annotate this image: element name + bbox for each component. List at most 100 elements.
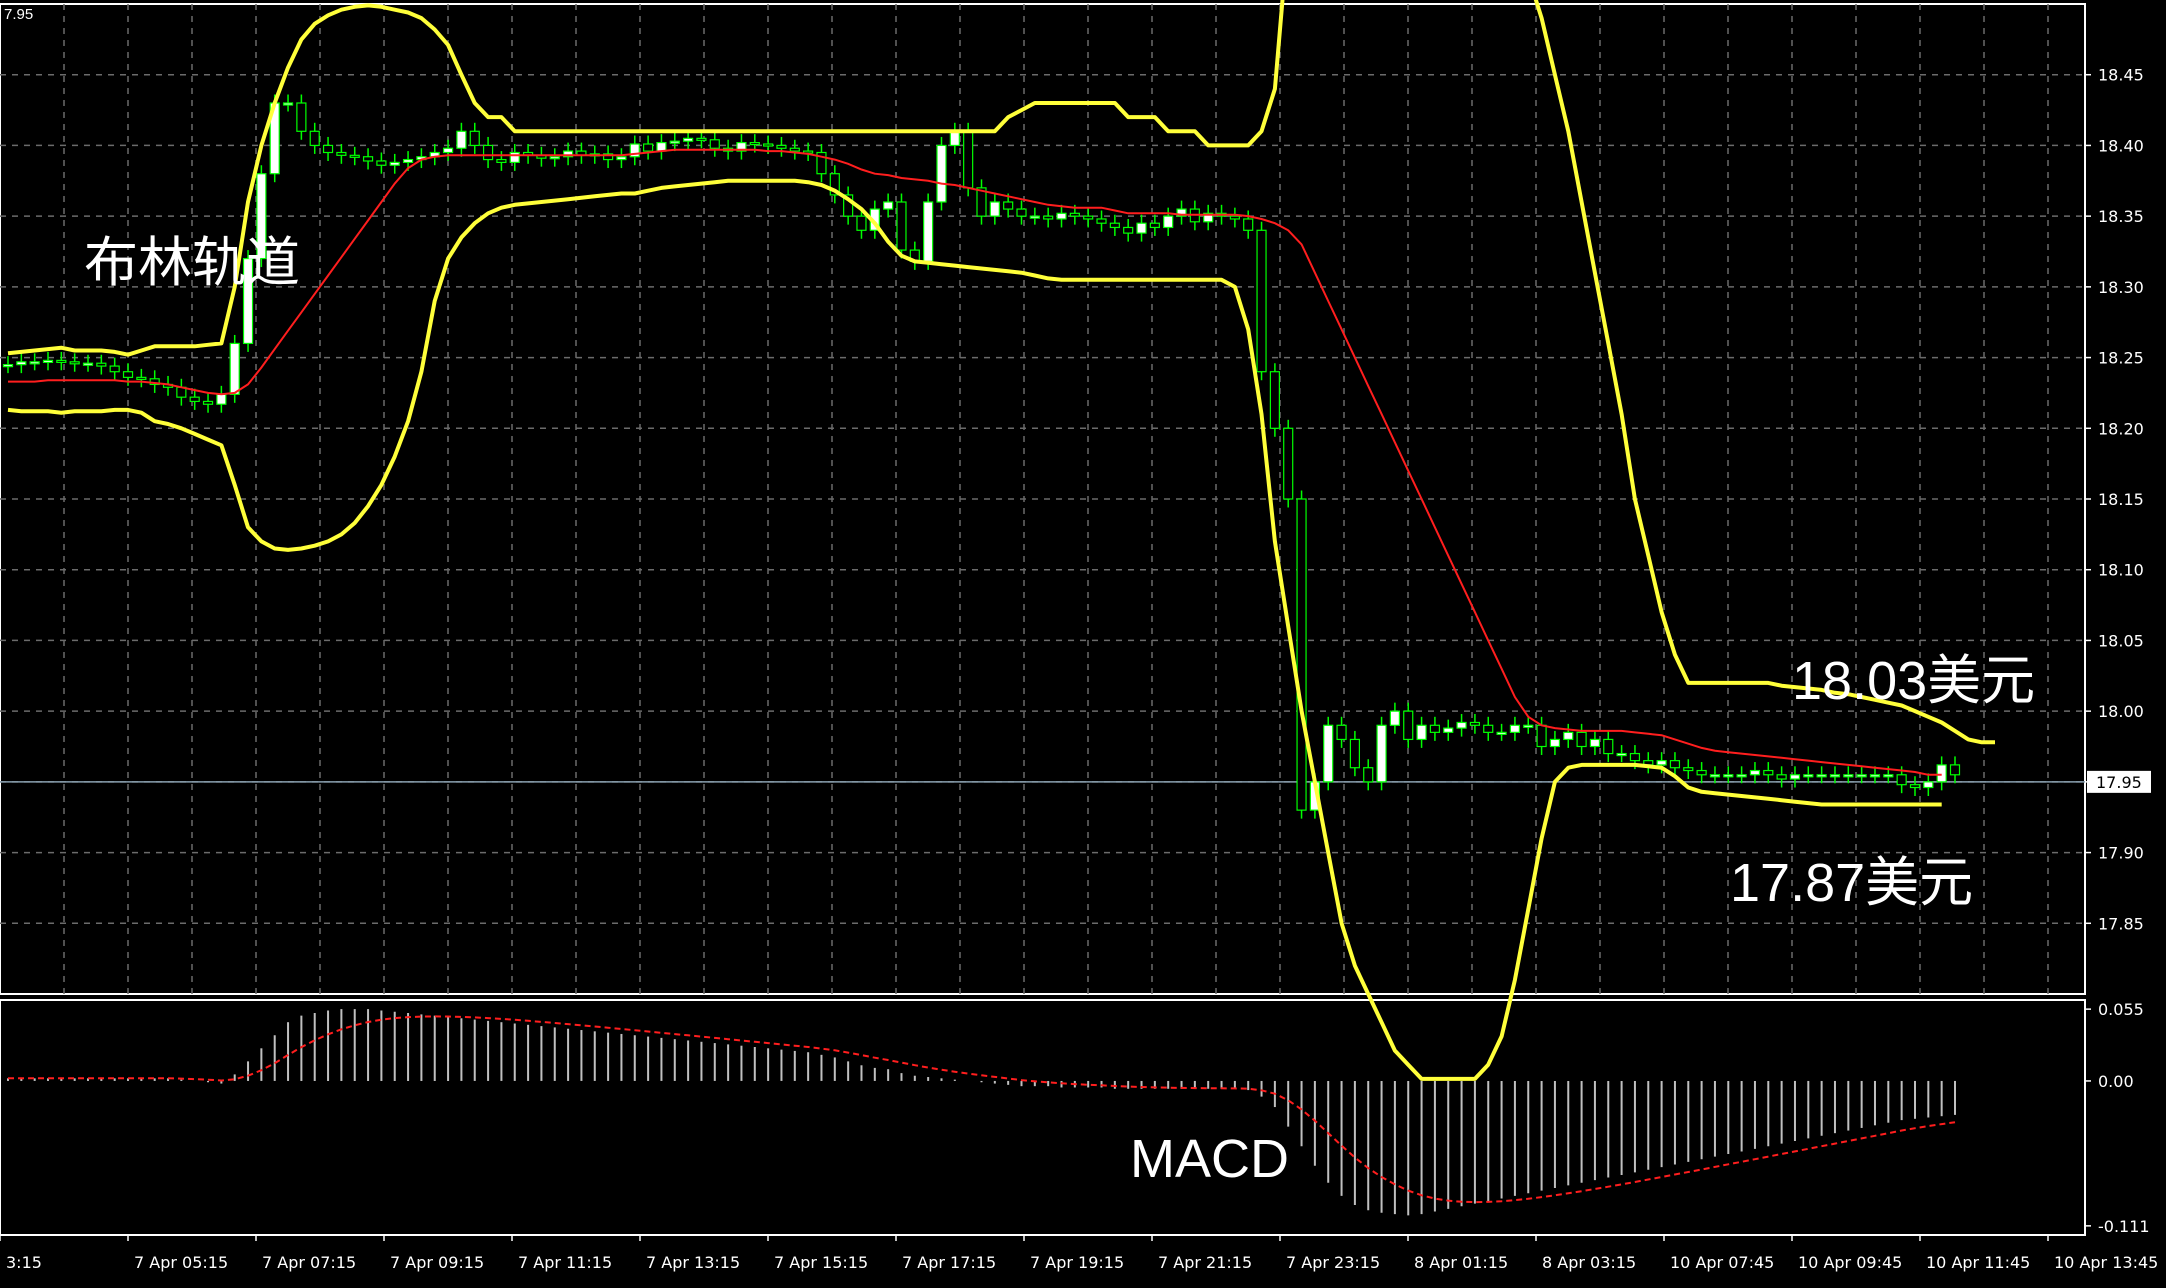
candle-body: [936, 144, 947, 203]
time-tick-label: 7 Apr 07:15: [262, 1253, 356, 1272]
time-tick-label: 8 Apr 01:15: [1414, 1253, 1508, 1272]
candle-body: [1403, 710, 1414, 741]
candle-body: [763, 143, 774, 147]
candle-body: [1816, 774, 1827, 778]
candle-body: [1536, 724, 1547, 748]
candle-body: [1949, 764, 1961, 776]
price-tick-label: 18.20: [2098, 419, 2144, 438]
candle-body: [1056, 212, 1067, 220]
candle-body: [1523, 724, 1534, 728]
lower-price-label: 17.87美元: [1730, 853, 1974, 913]
candle-body: [336, 151, 347, 156]
candle-body: [883, 201, 894, 210]
candle-body: [1376, 724, 1387, 783]
candle-body: [189, 396, 200, 403]
candle-body: [29, 361, 40, 365]
time-tick-label: 7 Apr 13:15: [646, 1253, 740, 1272]
candle-body: [362, 156, 374, 162]
candle-body: [896, 201, 907, 251]
price-tick-label: 18.30: [2098, 278, 2144, 297]
price-tick-label: 18.45: [2098, 66, 2144, 85]
candle-body: [1563, 731, 1574, 741]
candle-body: [496, 158, 507, 163]
candle-body: [1136, 222, 1147, 234]
candle-body: [1763, 769, 1774, 776]
macd-tick-label: -0.111: [2098, 1217, 2150, 1236]
candle-body: [1096, 218, 1107, 224]
candle-body: [1776, 774, 1787, 780]
candle-body: [669, 140, 680, 144]
price-tick-label: 18.15: [2098, 490, 2144, 509]
price-tick-label: 18.00: [2098, 702, 2144, 721]
candle-body: [1576, 731, 1587, 748]
price-tick-label: 18.25: [2098, 349, 2144, 368]
candle-body: [1843, 774, 1854, 778]
candle-body: [402, 158, 414, 163]
time-tick-label: 7 Apr 21:15: [1158, 1253, 1252, 1272]
candle-body: [1589, 738, 1601, 748]
candle-body: [1629, 752, 1641, 762]
candle-body: [1829, 774, 1841, 778]
candle-body: [1616, 752, 1627, 757]
candle-body: [1389, 710, 1400, 726]
bollinger-label: 布林轨道: [84, 233, 300, 293]
candle-body: [949, 130, 960, 147]
candle-body: [1443, 727, 1454, 733]
candle-body: [749, 142, 760, 146]
candle-body: [69, 361, 80, 365]
price-tick-label: 17.85: [2098, 914, 2144, 933]
price-tick-label: 17.90: [2098, 844, 2144, 863]
candle-body: [1269, 371, 1280, 429]
candle-body: [1296, 498, 1307, 811]
candle-body: [1163, 215, 1174, 229]
candle-body: [122, 371, 134, 378]
candle-body: [1483, 724, 1494, 733]
time-tick-label: 3:15: [6, 1253, 42, 1272]
candle-body: [1509, 724, 1521, 733]
candle-body: [42, 359, 54, 363]
candle-body: [1723, 774, 1734, 778]
candle-body: [109, 365, 120, 373]
candle-body: [389, 161, 400, 166]
candle-body: [696, 137, 707, 141]
candle-body: [1283, 427, 1294, 500]
candle-body: [1656, 760, 1667, 766]
price-tick-label: 18.35: [2098, 207, 2144, 226]
time-tick-label: 10 Apr 09:45: [1798, 1253, 1902, 1272]
candle-body: [282, 102, 294, 106]
candle-body: [296, 102, 307, 132]
candle-body: [643, 143, 654, 152]
candle-body: [709, 139, 720, 149]
price-tick-label: 18.40: [2098, 136, 2144, 155]
macd-label: MACD: [1130, 1129, 1289, 1189]
time-tick-label: 7 Apr 15:15: [774, 1253, 868, 1272]
candle-body: [776, 144, 787, 149]
candle-body: [1349, 738, 1360, 769]
candle-body: [1496, 731, 1507, 735]
time-tick-label: 7 Apr 19:15: [1030, 1253, 1124, 1272]
time-tick-label: 7 Apr 17:15: [902, 1253, 996, 1272]
candle-body: [856, 215, 867, 231]
time-tick-label: 7 Apr 23:15: [1286, 1253, 1380, 1272]
candle-body: [1029, 215, 1040, 219]
candle-body: [482, 144, 494, 161]
candle-body: [309, 130, 320, 147]
candle-body: [1603, 738, 1614, 755]
candle-body: [1683, 767, 1694, 772]
candle-body: [202, 400, 214, 405]
candle-body: [1363, 767, 1374, 783]
candle-body: [322, 144, 334, 154]
candle-body: [1256, 229, 1267, 373]
macd-tick-label: 0.00: [2098, 1072, 2134, 1091]
candle-body: [1456, 721, 1467, 729]
macd-plot-frame: [0, 999, 2086, 1236]
price-tick-label: 18.05: [2098, 631, 2144, 650]
candle-body: [136, 376, 147, 380]
candle-body: [989, 201, 1000, 217]
candle-body: [1803, 774, 1814, 778]
time-tick-label: 8 Apr 03:15: [1542, 1253, 1636, 1272]
candle-body: [1696, 769, 1707, 776]
upper-price-label: 18.03美元: [1792, 651, 2036, 711]
candle-body: [1749, 769, 1761, 776]
candle-body: [1243, 218, 1254, 231]
